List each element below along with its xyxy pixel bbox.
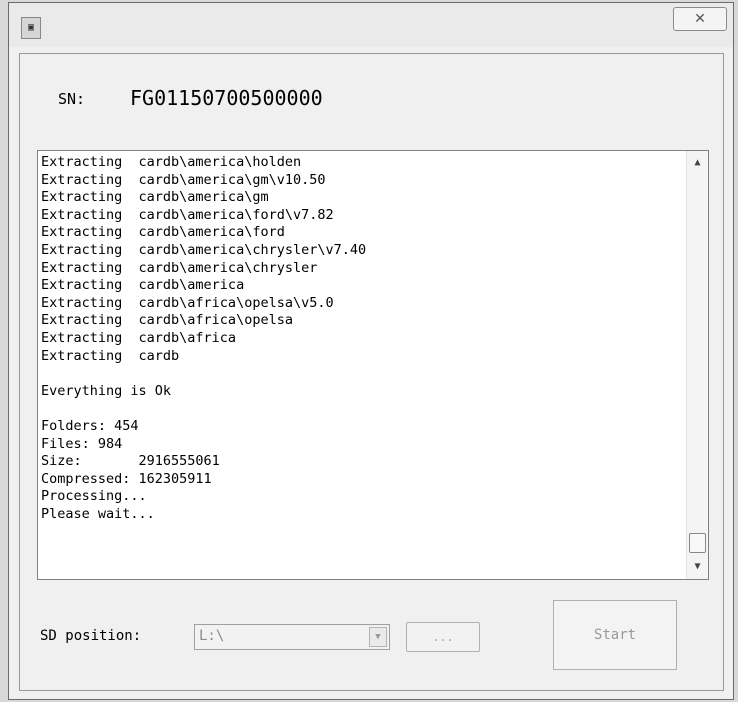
log-line: Extracting cardb [41, 347, 180, 364]
log-line: Files: 984 [41, 435, 123, 452]
sd-position-value: L:\ [199, 628, 225, 644]
log-line: Please wait... [41, 505, 155, 522]
chevron-down-icon[interactable]: ▼ [369, 627, 387, 647]
log-line: Compressed: 162305911 [41, 470, 212, 487]
scroll-down-icon[interactable]: ▼ [687, 555, 708, 579]
log-scrollbar[interactable]: ▲ ▼ [686, 151, 708, 579]
close-button[interactable]: ✕ [673, 7, 727, 31]
sn-value: FG01150700500000 [130, 86, 323, 110]
client-area: SN: FG01150700500000 Extracting cardb\am… [19, 53, 724, 691]
log-line: Extracting cardb\america [41, 277, 245, 294]
sn-label: SN: [58, 90, 86, 108]
log-line: Extracting cardb\america\chrysler\v7.40 [41, 241, 367, 258]
log-line: Extracting cardb\africa [41, 329, 237, 346]
log-line: Size: 2916555061 [41, 453, 220, 470]
title-bar: ▣ ✕ [9, 3, 733, 47]
log-line: Extracting cardb\africa\opelsa\v5.0 [41, 294, 334, 311]
sd-position-select[interactable]: L:\ ▼ [194, 624, 390, 650]
log-line: Extracting cardb\america\gm [41, 189, 269, 206]
log-line: Folders: 454 [41, 417, 139, 434]
start-button[interactable]: Start [553, 600, 677, 670]
log-lines: Extracting cardb\america\holden Extracti… [41, 154, 681, 523]
log-output[interactable]: Extracting cardb\america\holden Extracti… [37, 150, 709, 580]
scrollbar-thumb[interactable] [689, 533, 706, 553]
scroll-up-icon[interactable]: ▲ [687, 151, 708, 175]
dialog-window: ▣ ✕ SN: FG01150700500000 Extracting card… [8, 2, 734, 700]
app-icon: ▣ [21, 17, 41, 39]
log-line: Extracting cardb\america\holden [41, 154, 302, 170]
log-line: Everything is Ok [41, 382, 172, 399]
log-line: Extracting cardb\america\ford [41, 224, 285, 241]
log-line: Extracting cardb\america\chrysler [41, 259, 318, 276]
log-line: Extracting cardb\africa\opelsa [41, 312, 293, 329]
close-icon: ✕ [694, 11, 706, 27]
browse-button[interactable]: ... [406, 622, 480, 652]
log-line: Extracting cardb\america\ford\v7.82 [41, 206, 334, 223]
sd-position-label: SD position: [40, 628, 142, 644]
log-line: Extracting cardb\america\gm\v10.50 [41, 171, 326, 188]
log-line: Processing... [41, 488, 147, 505]
